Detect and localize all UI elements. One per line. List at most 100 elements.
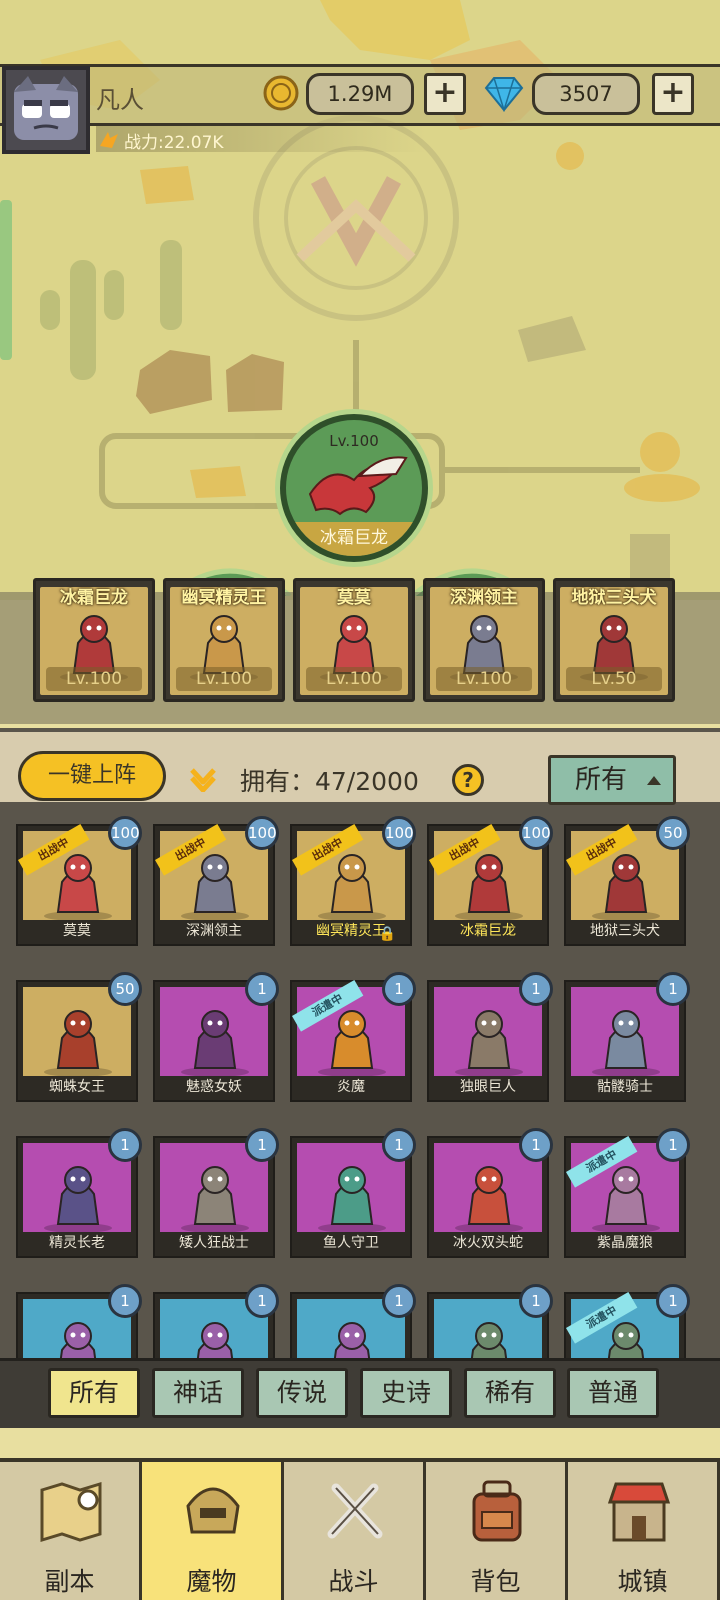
nav-item-label: 背包 — [470, 1567, 521, 1596]
monster-card[interactable]: 派遣中 炎魔 1 — [290, 972, 416, 1102]
team-slot-level: Lv.50 — [566, 667, 662, 691]
monster-level-badge: 1 — [519, 1128, 553, 1162]
monster-card[interactable]: 精灵长老 1 — [16, 1128, 142, 1258]
monster-helmet-icon — [186, 1487, 240, 1534]
monster-card[interactable]: 魅惑女妖 1 — [153, 972, 279, 1102]
add-gold-button[interactable]: + — [424, 73, 466, 115]
monster-card[interactable]: 鱼人守卫 1 — [290, 1128, 416, 1258]
rarity-tab[interactable]: 史诗 — [360, 1368, 452, 1418]
team-slot[interactable]: 冰霜巨龙 Lv.100 — [33, 578, 155, 702]
monster-level-badge: 100 — [108, 816, 142, 850]
monster-card[interactable]: 冰火双头蛇 1 — [427, 1128, 553, 1258]
player-name: 凡人 — [96, 86, 144, 114]
nav-item[interactable]: 战斗 — [284, 1462, 426, 1600]
monster-name: 骷髅骑士 — [566, 1076, 684, 1100]
monster-name: 莫莫 — [18, 920, 136, 944]
stage-level: Lv.100 — [329, 432, 379, 450]
monster-level-badge: 1 — [382, 972, 416, 1006]
monster-name: 地狱三头犬 — [566, 920, 684, 944]
power-icon — [100, 132, 118, 148]
monster-portrait-icon — [455, 1010, 523, 1077]
rarity-tab[interactable]: 稀有 — [464, 1368, 556, 1418]
team-slot-level: Lv.100 — [176, 667, 272, 691]
team-slot[interactable]: 莫莫 Lv.100 — [293, 578, 415, 702]
nav-item-label: 副本 — [44, 1567, 95, 1596]
monster-level-badge: 1 — [245, 1128, 279, 1162]
monster-grid: 出战中 莫莫 100 出战中 深渊领主 100 出战中 幽冥精灵王 🔒 100 出战中 冰霜巨龙 100… — [0, 810, 720, 1385]
rarity-tab[interactable]: 普通 — [567, 1368, 659, 1418]
gem-icon — [484, 77, 524, 112]
help-icon[interactable]: ? — [452, 764, 484, 796]
monster-level-badge: 50 — [656, 816, 690, 850]
monster-card[interactable]: 出战中 深渊领主 100 — [153, 816, 279, 946]
monster-card[interactable]: 骷髅骑士 1 — [564, 972, 690, 1102]
team-slot-level: Lv.100 — [306, 667, 402, 691]
add-gems-button[interactable]: + — [652, 73, 694, 115]
monster-level-badge: 1 — [519, 972, 553, 1006]
town-shop-icon — [607, 1482, 671, 1542]
team-slot-level: Lv.100 — [46, 667, 142, 691]
nav-item-label: 魔物 — [186, 1567, 237, 1596]
gold-coin-icon — [263, 75, 299, 111]
team-slot-name: 地狱三头犬 — [571, 588, 657, 608]
monster-level-badge: 1 — [245, 972, 279, 1006]
monster-level-badge: 1 — [108, 1284, 142, 1318]
monster-card[interactable]: 出战中 莫莫 100 — [16, 816, 142, 946]
auto-deploy-button[interactable]: 一键上阵 — [18, 751, 166, 801]
nav-item[interactable]: 魔物 — [142, 1462, 284, 1600]
nav-item[interactable]: 背包 — [426, 1462, 568, 1600]
monster-name: 冰火双头蛇 — [429, 1232, 547, 1256]
caret-up-icon — [647, 776, 661, 785]
map-icon — [40, 1481, 102, 1543]
monster-name: 精灵长老 — [18, 1232, 136, 1256]
monster-name: 冰霜巨龙 — [429, 920, 547, 944]
monster-name: 矮人狂战士 — [155, 1232, 273, 1256]
monster-level-badge: 1 — [656, 1128, 690, 1162]
monster-level-badge: 1 — [382, 1284, 416, 1318]
nav-item-label: 战斗 — [328, 1567, 379, 1596]
arrow-down-icon[interactable] — [188, 764, 218, 792]
monster-portrait-icon — [181, 1010, 249, 1077]
monster-card[interactable]: 出战中 幽冥精灵王 🔒 100 — [290, 816, 416, 946]
team-slot[interactable]: 深渊领主 Lv.100 — [423, 578, 545, 702]
monster-level-badge: 1 — [519, 1284, 553, 1318]
monster-name: 鱼人守卫 — [292, 1232, 410, 1256]
nav-item[interactable]: 城镇 — [568, 1462, 720, 1600]
monster-name: 蜘蛛女王 — [18, 1076, 136, 1100]
crossed-swords-icon — [327, 1483, 383, 1539]
team-slot-name: 幽冥精灵王 — [181, 588, 267, 608]
monster-level-badge: 100 — [245, 816, 279, 850]
monster-level-badge: 50 — [108, 972, 142, 1006]
combat-power: 战力:22.07K — [96, 126, 426, 153]
monster-portrait-icon — [181, 1166, 249, 1233]
nav-item[interactable]: 副本 — [0, 1462, 142, 1600]
monster-portrait-icon — [44, 1166, 112, 1233]
monster-name: 炎魔 — [292, 1076, 410, 1100]
monster-card[interactable]: 矮人狂战士 1 — [153, 1128, 279, 1258]
monster-level-badge: 1 — [656, 1284, 690, 1318]
monster-card[interactable]: 独眼巨人 1 — [427, 972, 553, 1102]
monster-face-icon — [14, 76, 78, 140]
rarity-tab[interactable]: 传说 — [256, 1368, 348, 1418]
team-slot-name: 冰霜巨龙 — [60, 588, 128, 608]
current-stage-node[interactable]: Lv.100 冰霜巨龙 — [280, 414, 428, 562]
player-avatar[interactable] — [2, 66, 90, 154]
team-slot[interactable]: 地狱三头犬 Lv.50 — [553, 578, 675, 702]
monster-card[interactable]: 派遣中 紫晶魔狼 1 — [564, 1128, 690, 1258]
monster-portrait-icon — [592, 1010, 660, 1077]
monster-portrait-icon — [44, 1010, 112, 1077]
monster-card[interactable]: 出战中 地狱三头犬 50 — [564, 816, 690, 946]
backpack-icon — [472, 1480, 522, 1542]
monster-name: 独眼巨人 — [429, 1076, 547, 1100]
monster-level-badge: 100 — [382, 816, 416, 850]
monster-card[interactable]: 出战中 冰霜巨龙 100 — [427, 816, 553, 946]
monster-card[interactable]: 蜘蛛女王 50 — [16, 972, 142, 1102]
team-slot-name: 深渊领主 — [450, 588, 518, 608]
team-slot[interactable]: 幽冥精灵王 Lv.100 — [163, 578, 285, 702]
monster-name: 紫晶魔狼 — [566, 1232, 684, 1256]
monster-name: 魅惑女妖 — [155, 1076, 273, 1100]
rarity-tab[interactable]: 所有 — [48, 1368, 140, 1418]
gold-amount: 1.29M — [306, 73, 414, 115]
rarity-tab[interactable]: 神话 — [152, 1368, 244, 1418]
sort-dropdown[interactable]: 所有 — [548, 755, 676, 805]
